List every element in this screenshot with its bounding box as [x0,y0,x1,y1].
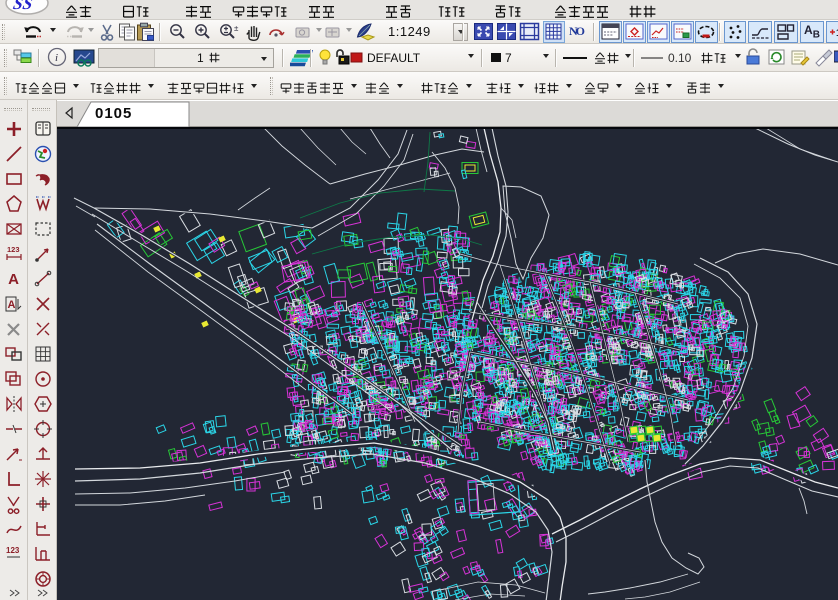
svg-text:123: 123 [7,245,20,254]
svg-text:A: A [7,299,15,311]
svg-text:123: 123 [6,546,20,555]
svg-text:i: i [55,52,58,64]
svg-text:±: ± [234,24,239,33]
